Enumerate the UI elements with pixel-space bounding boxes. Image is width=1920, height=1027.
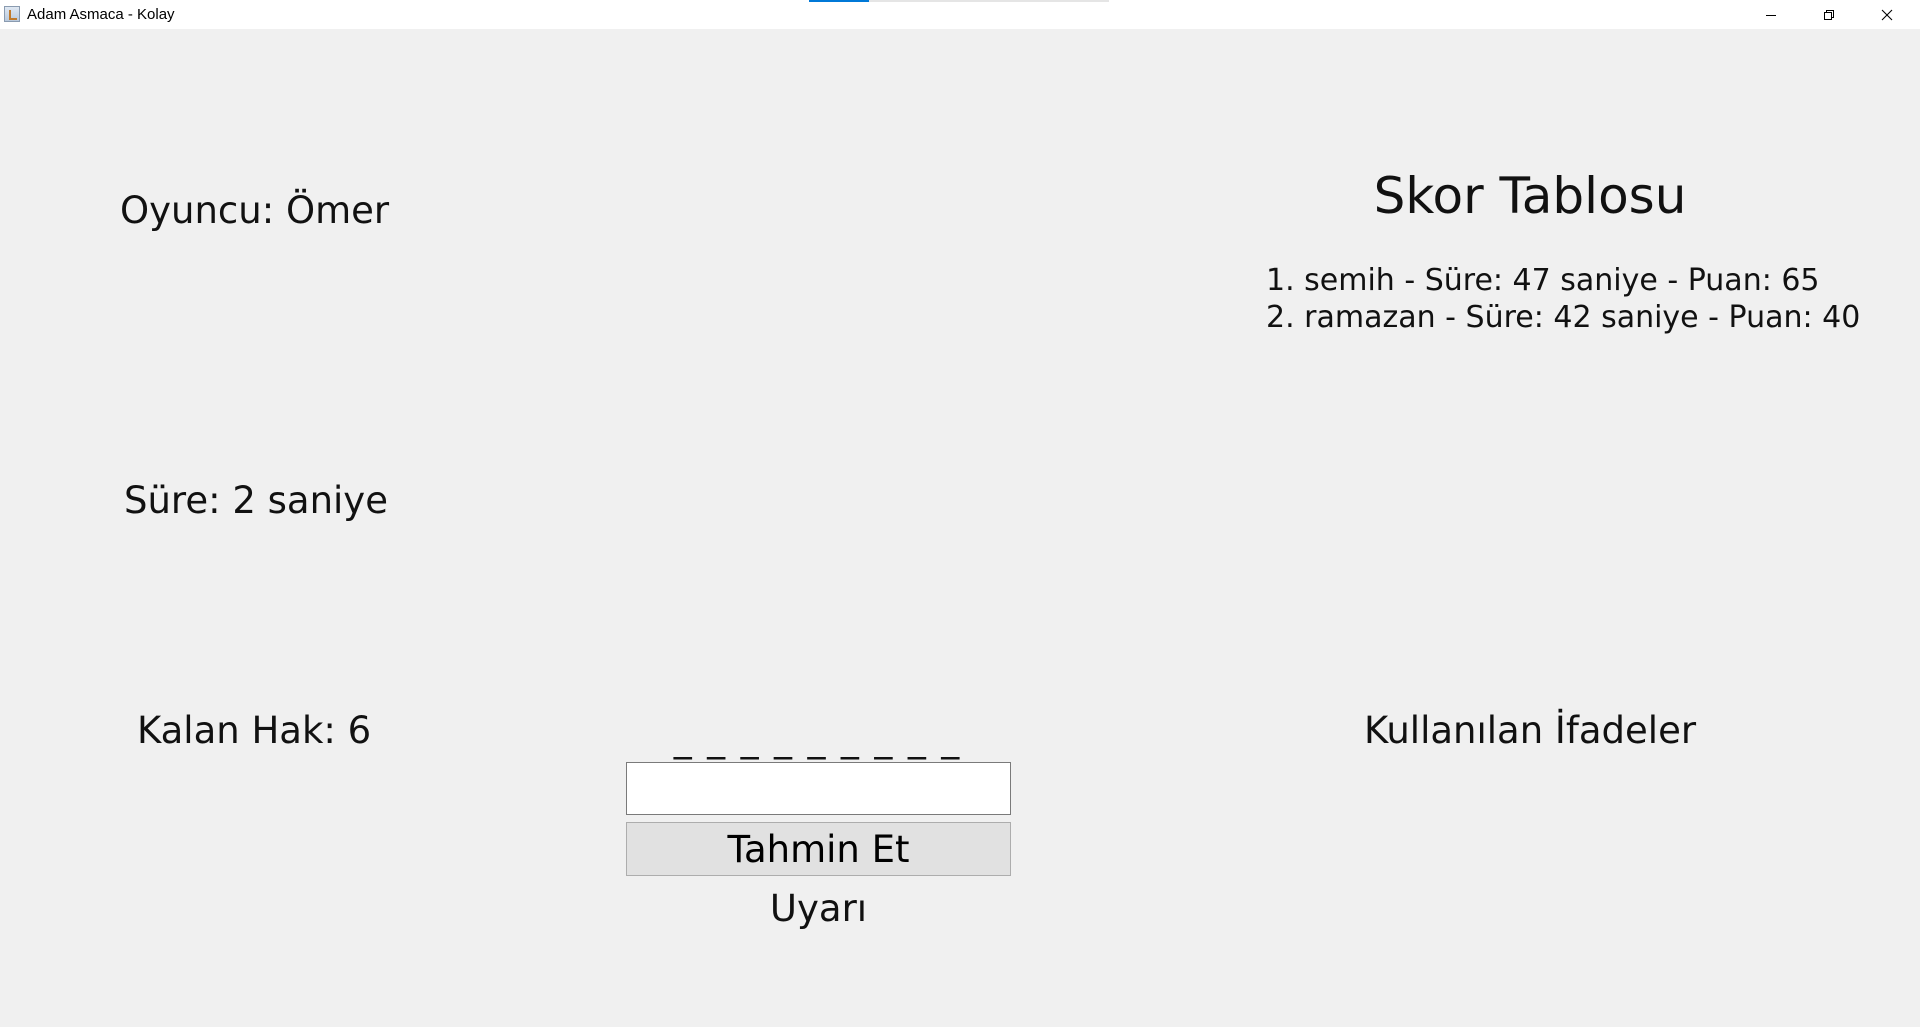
title-bar-progress bbox=[809, 0, 1109, 2]
java-cup-icon bbox=[4, 6, 20, 22]
remaining-lives-label: Kalan Hak: 6 bbox=[137, 709, 372, 752]
guess-button[interactable]: Tahmin Et bbox=[626, 822, 1011, 876]
close-button[interactable] bbox=[1858, 0, 1916, 29]
guess-input[interactable] bbox=[626, 762, 1011, 815]
minimize-button[interactable] bbox=[1742, 0, 1800, 29]
window-title: Adam Asmaca - Kolay bbox=[27, 6, 175, 23]
close-icon bbox=[1881, 9, 1893, 20]
game-panel: Oyuncu: Ömer Süre: 2 saniye Kalan Hak: 6… bbox=[0, 29, 1920, 1027]
title-bar[interactable]: Adam Asmaca - Kolay bbox=[0, 0, 1920, 29]
scoreboard-title: Skor Tablosu bbox=[1373, 167, 1687, 225]
minimize-icon bbox=[1766, 14, 1776, 16]
restore-icon bbox=[1824, 9, 1834, 20]
timer-label: Süre: 2 saniye bbox=[124, 479, 388, 522]
scoreboard-entry: 1. semih - Süre: 47 saniye - Puan: 65 bbox=[1266, 263, 1820, 298]
used-expressions-title: Kullanılan İfadeler bbox=[1363, 709, 1697, 752]
scoreboard-entry: 2. ramazan - Süre: 42 saniye - Puan: 40 bbox=[1266, 300, 1861, 335]
warning-label: Uyarı bbox=[769, 887, 868, 930]
title-bar-progress-fill bbox=[809, 0, 869, 2]
scoreboard-list: 1. semih - Süre: 47 saniye - Puan: 65 2.… bbox=[1266, 262, 1860, 336]
restore-button[interactable] bbox=[1800, 0, 1858, 29]
hidden-word: _ _ _ _ _ _ _ _ _ bbox=[673, 719, 962, 760]
player-label: Oyuncu: Ömer bbox=[120, 189, 390, 232]
